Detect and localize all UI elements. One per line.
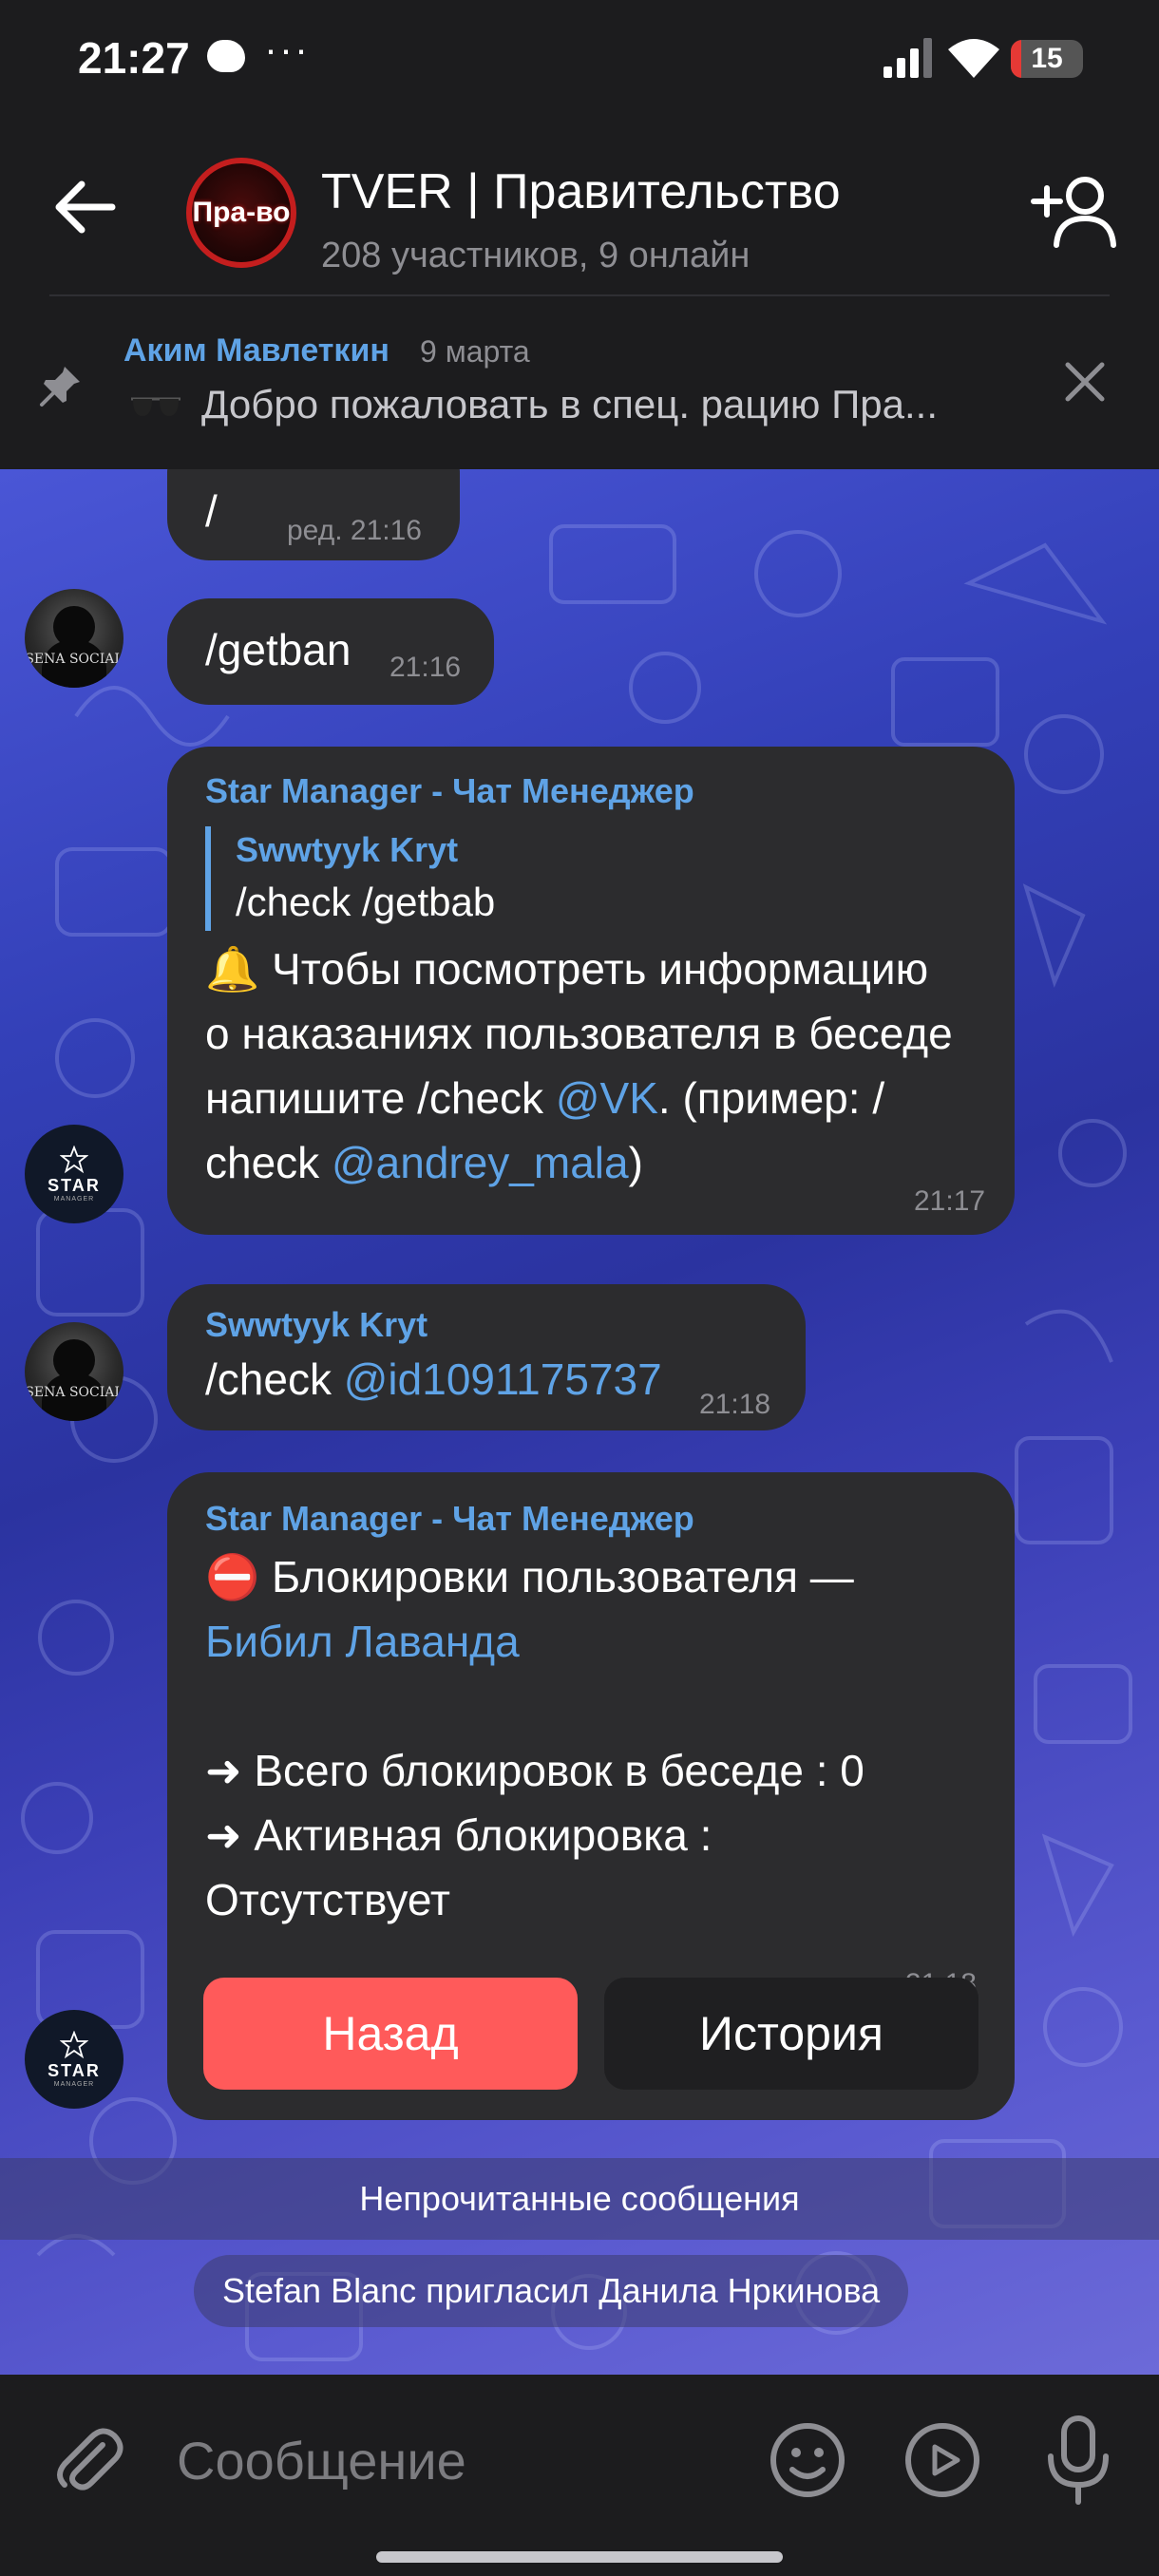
star-icon [60, 1146, 88, 1174]
home-indicator[interactable] [376, 2551, 783, 2563]
message-bubble[interactable]: Star Manager - Чат Менеджер Swwtyyk Kryt… [167, 747, 1015, 1235]
bot-avatar-text: STAR [48, 2061, 101, 2080]
message-text: /getban [205, 625, 352, 674]
mention-link[interactable]: @id1091175737 [344, 1354, 662, 1404]
group-avatar-text: Пра-во [192, 197, 291, 228]
message-bubble[interactable]: Swwtyyk Kryt /check @id1091175737 21:18 [167, 1284, 806, 1430]
pinned-author: Аким Мавлеткин [124, 332, 390, 369]
chat-header: Пра-во TVER | Правительство 208 участник… [0, 123, 1159, 294]
message-sender: Swwtyyk Kryt [205, 1305, 428, 1344]
message-sender: Star Manager - Чат Менеджер [205, 771, 694, 810]
message-text-line: Бибил Лаванда [205, 1609, 994, 1674]
battery-indicator: 15 [1011, 40, 1083, 78]
app-notification-icon [207, 40, 245, 72]
pinned-message-bar[interactable]: Аким Мавлеткин 9 марта Добро пожаловать … [0, 296, 1159, 469]
message-bubble[interactable]: /getban 21:16 [167, 598, 494, 705]
reply-text: /check /getbab [236, 880, 496, 924]
microphone-icon[interactable] [1041, 2415, 1115, 2506]
message-time: 21:16 [390, 652, 462, 683]
bell-icon: 🔔 [205, 944, 260, 994]
message-bubble[interactable]: Star Manager - Чат Менеджер ⛔ Блокировки… [167, 1472, 1015, 2120]
message-time: 21:17 [914, 1185, 986, 1217]
back-button[interactable]: Назад [203, 1978, 578, 2090]
arrow-left-icon[interactable] [49, 177, 118, 237]
user-link[interactable]: Бибил Лаванда [205, 1617, 520, 1666]
message-time: ред. 21:16 [287, 515, 422, 546]
mention-link[interactable]: @VK [556, 1073, 658, 1123]
message-text-line: Отсутствует [205, 1875, 450, 1924]
bot-avatar[interactable]: STAR MANAGER [25, 1125, 124, 1223]
avatar[interactable]: SENA SOCIAL [25, 589, 124, 688]
chat-subtitle: 208 участников, 9 онлайн [321, 236, 750, 275]
star-icon [60, 2031, 88, 2059]
bot-avatar[interactable]: STAR MANAGER [25, 2010, 124, 2109]
reply-quote[interactable]: Swwtyyk Kryt /check /getbab [205, 826, 994, 931]
message-text: / [205, 486, 218, 536]
chat-title[interactable]: TVER | Правительство [321, 163, 841, 220]
reply-author: Swwtyyk Kryt [236, 830, 459, 869]
pinned-text: Добро пожаловать в спец. рацию Пра... [201, 382, 938, 426]
message-text-line: check @andrey_mala) [205, 1138, 643, 1187]
status-bar: 21:27 ··· 15 [0, 0, 1159, 123]
bot-avatar-text: STAR [48, 1176, 101, 1195]
message-time: 21:18 [699, 1389, 771, 1420]
message-bubble[interactable]: / ред. 21:16 [167, 469, 460, 560]
smile-icon[interactable] [768, 2420, 847, 2500]
chat-area[interactable]: / ред. 21:16 SENA SOCIAL /getban 21:16 S… [0, 469, 1159, 2375]
status-time: 21:27 [78, 33, 190, 83]
bot-avatar-subtext: MANAGER [53, 1196, 95, 1203]
more-notifications-icon: ··· [264, 27, 310, 71]
message-text-line: о наказаниях пользователя в беседе [205, 1009, 953, 1058]
signal-icon [884, 38, 932, 78]
service-message: Stefan Blanc пригласил Данила Нркинова [194, 2255, 909, 2327]
sunglasses-icon [131, 397, 180, 416]
video-message-icon[interactable] [902, 2420, 982, 2500]
bot-avatar-subtext: MANAGER [53, 2081, 95, 2088]
message-composer [0, 2375, 1159, 2576]
message-sender: Star Manager - Чат Менеджер [205, 1499, 694, 1538]
person-add-icon[interactable] [1030, 173, 1121, 249]
message-text-line: ⛔ Блокировки пользователя — [205, 1552, 854, 1601]
group-avatar[interactable]: Пра-во [186, 158, 296, 268]
unread-divider: Непрочитанные сообщения [0, 2158, 1159, 2240]
message-text-line: ➜ Всего блокировок в беседе : 0 [205, 1746, 864, 1795]
avatar[interactable]: SENA SOCIAL [25, 1322, 124, 1421]
message-input[interactable] [177, 2422, 709, 2498]
message-text-line: 🔔 Чтобы посмотреть информацию [205, 944, 929, 994]
no-entry-icon: ⛔ [205, 1552, 260, 1601]
paperclip-icon[interactable] [53, 2424, 125, 2496]
pin-icon [40, 367, 80, 407]
battery-level: 15 [1031, 43, 1063, 74]
wifi-icon [948, 39, 999, 78]
pinned-date: 9 марта [420, 334, 530, 369]
message-text-line: напишите /check @VK. (пример: / [205, 1073, 885, 1123]
message-text-line: ➜ Активная блокировка : [205, 1810, 712, 1860]
mention-link[interactable]: @andrey_mala [332, 1138, 629, 1187]
message-text: /check @id1091175737 [205, 1354, 662, 1404]
history-button[interactable]: История [604, 1978, 978, 2090]
avatar-text: SENA SOCIAL [25, 1385, 124, 1400]
avatar-text: SENA SOCIAL [25, 652, 124, 667]
close-icon[interactable] [1060, 357, 1110, 407]
